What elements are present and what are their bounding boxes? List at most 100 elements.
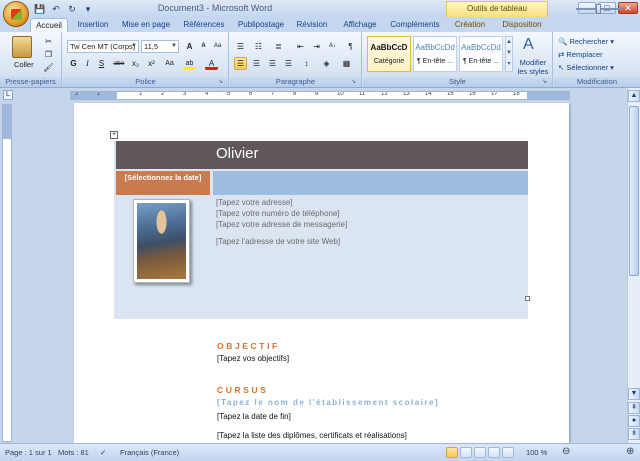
language-indicator[interactable]: Français (France) (120, 448, 179, 457)
find-label: Rechercher (569, 37, 609, 46)
font-size-combo[interactable]: 11,5 ▼ (141, 40, 179, 53)
line-spacing-icon[interactable]: ↕ (300, 57, 313, 70)
scroll-down-icon[interactable]: ▼ (628, 388, 640, 400)
underline-button[interactable]: S (95, 57, 108, 70)
zoom-slider-thumb[interactable] (596, 4, 601, 14)
school-name-field[interactable]: [Tapez le nom de l'établissement scolair… (217, 398, 439, 407)
resume-name[interactable]: Olivier (216, 145, 259, 162)
paste-icon[interactable] (12, 36, 32, 58)
group-label-styles: Style (363, 77, 552, 87)
vertical-scrollbar[interactable]: ▲ ▼ ⇞ ● ⇟ (627, 88, 640, 443)
full-screen-reading-button[interactable] (460, 447, 472, 458)
find-button[interactable]: 🔍 Rechercher ▾ (558, 37, 614, 46)
paste-label[interactable]: Coller (14, 60, 34, 69)
styles-gallery-scroll[interactable]: ▲ ▼ ▾ (505, 36, 513, 72)
zoom-in-icon[interactable]: ⊕ (626, 446, 634, 457)
tab-publipostage[interactable]: Publipostage (234, 18, 288, 32)
dialog-launcher-icon[interactable]: ↘ (351, 78, 359, 86)
office-button[interactable] (3, 1, 29, 27)
dialog-launcher-icon[interactable]: ↘ (218, 78, 226, 86)
change-case-button[interactable]: Aa (163, 57, 176, 70)
objective-field[interactable]: [Tapez vos objectifs] (217, 354, 289, 363)
table-resize-handle[interactable] (525, 296, 530, 301)
borders-icon[interactable]: ▦ (340, 57, 353, 70)
next-page-icon[interactable]: ⇟ (628, 428, 640, 440)
style-item-en-tete-1[interactable]: AaBbCcDd ¶ En-tête ... (413, 36, 457, 72)
website-field[interactable]: [Tapez l'adresse de votre site Web] (216, 237, 340, 246)
italic-button[interactable]: I (81, 57, 94, 70)
tab-affichage[interactable]: Affichage (338, 18, 382, 32)
web-layout-button[interactable] (474, 447, 486, 458)
highlight-button[interactable]: ab (183, 57, 196, 70)
scroll-up-icon[interactable]: ▲ (628, 90, 640, 102)
draft-view-button[interactable] (502, 447, 514, 458)
zoom-level[interactable]: 100 % (526, 448, 547, 457)
horizontal-ruler[interactable]: 2 1 1 2 3 4 5 6 7 8 9 10 11 12 13 14 15 … (70, 91, 570, 100)
browse-object-icon[interactable]: ● (628, 415, 640, 427)
tab-references[interactable]: Références (180, 18, 228, 32)
tab-mise-en-page[interactable]: Mise en page (118, 18, 174, 32)
copy-icon[interactable]: ❐ (42, 48, 55, 61)
replace-button[interactable]: ⇄ Remplacer (558, 50, 603, 59)
tab-disposition[interactable]: Disposition (498, 18, 546, 32)
profile-photo[interactable] (133, 199, 190, 283)
document-page[interactable]: + Olivier [Sélectionnez la date] [Tapez … (74, 103, 569, 443)
address-field[interactable]: [Tapez votre adresse] (216, 198, 292, 207)
proofing-icon[interactable]: ✓ (100, 448, 106, 457)
outline-view-button[interactable] (488, 447, 500, 458)
subscript-button[interactable]: x₂ (129, 57, 142, 70)
align-center-icon[interactable]: ☰ (250, 57, 263, 70)
dialog-launcher-icon[interactable]: ↘ (542, 78, 550, 86)
font-name-combo[interactable]: Tw Cen MT (Corps) ▼ (67, 40, 139, 53)
grow-font-button[interactable]: A (183, 40, 196, 53)
tab-insertion[interactable]: Insertion (72, 18, 114, 32)
tab-creation[interactable]: Création (448, 18, 492, 32)
show-marks-button[interactable]: ¶ (344, 40, 357, 53)
bullets-icon[interactable]: ☰ (234, 40, 247, 53)
select-button[interactable]: ↖ Sélectionner ▾ (558, 63, 614, 72)
table-move-handle-icon[interactable]: + (110, 131, 118, 139)
ruler-number: 1 (139, 91, 143, 97)
change-styles-icon[interactable]: A (523, 36, 534, 54)
scrollbar-thumb[interactable] (629, 106, 639, 276)
word-count[interactable]: Mots : 81 (58, 448, 89, 457)
zoom-out-icon[interactable]: ⊖ (562, 446, 570, 457)
page-count[interactable]: Page : 1 sur 1 (5, 448, 52, 457)
align-right-icon[interactable]: ☰ (266, 57, 279, 70)
align-left-icon[interactable]: ☰ (234, 57, 247, 70)
multilevel-list-icon[interactable]: ≣ (272, 40, 285, 53)
style-name: ¶ En-tête ... (416, 58, 454, 65)
diplomas-field[interactable]: [Tapez la liste des diplômes, certificat… (217, 431, 407, 440)
decrease-indent-icon[interactable]: ⇤ (294, 40, 307, 53)
style-item-en-tete-2[interactable]: AaBbCcDd ¶ En-tête ... (459, 36, 503, 72)
format-painter-icon[interactable]: 🖌 (42, 61, 55, 74)
superscript-button[interactable]: x² (145, 57, 158, 70)
tab-revision[interactable]: Révision (292, 18, 332, 32)
phone-field[interactable]: [Tapez votre numéro de téléphone] (216, 209, 340, 218)
sort-button[interactable]: A↓ (326, 40, 339, 53)
tab-complements[interactable]: Compléments (388, 18, 442, 32)
end-date-field[interactable]: [Tapez la date de fin] (217, 412, 291, 421)
print-layout-view-button[interactable] (446, 447, 458, 458)
change-styles-button[interactable]: Modifier les styles (515, 58, 551, 76)
shading-icon[interactable]: ◈ (320, 57, 333, 70)
increase-indent-icon[interactable]: ⇥ (310, 40, 323, 53)
cut-icon[interactable]: ✂ (42, 35, 55, 48)
shrink-font-button[interactable]: A (197, 40, 210, 53)
numbering-icon[interactable]: ☷ (252, 40, 265, 53)
style-item-categorie[interactable]: AaBbCcD Catégorie (367, 36, 411, 72)
ruler-number: 18 (513, 91, 520, 97)
email-field[interactable]: [Tapez votre adresse de messagerie] (216, 220, 347, 229)
accent-bar (213, 171, 528, 195)
tab-accueil[interactable]: Accueil (30, 18, 68, 32)
ruler-number: 11 (359, 91, 366, 97)
tab-selector[interactable]: L (3, 90, 13, 100)
previous-page-icon[interactable]: ⇞ (628, 402, 640, 414)
bold-button[interactable]: G (67, 57, 80, 70)
clear-format-button[interactable]: Aa (211, 40, 224, 53)
font-color-button[interactable]: A (205, 57, 218, 70)
justify-icon[interactable]: ☰ (282, 57, 295, 70)
vertical-ruler[interactable] (2, 104, 12, 442)
strikethrough-button[interactable]: abe (111, 57, 127, 70)
date-picker-field[interactable]: [Sélectionnez la date] (116, 171, 210, 195)
